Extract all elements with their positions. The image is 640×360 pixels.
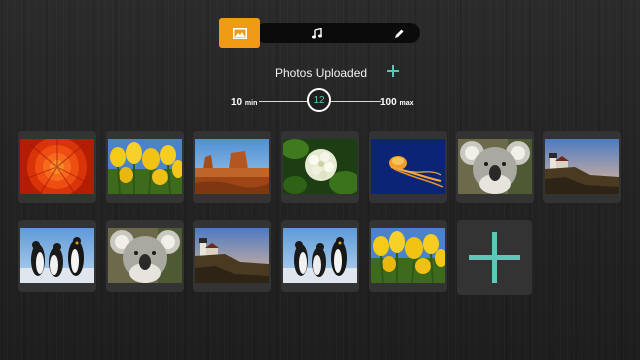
page-title: Photos Uploaded	[275, 66, 368, 80]
photo-image	[371, 228, 445, 283]
photo-image	[20, 139, 94, 194]
photo-tulips[interactable]	[369, 220, 447, 292]
photo-image	[195, 139, 269, 194]
hydrangeas-image	[283, 139, 357, 194]
photo-image	[108, 139, 182, 194]
tab-edit[interactable]	[379, 23, 419, 43]
music-note-icon	[312, 27, 322, 38]
tab-photos[interactable]	[219, 18, 260, 48]
lighthouse-image	[195, 228, 269, 283]
add-photo-card[interactable]	[457, 220, 532, 295]
slider-handle[interactable]: 12	[307, 88, 331, 112]
lighthouse-image	[545, 139, 619, 194]
photo-hydrangeas[interactable]	[281, 131, 359, 203]
slider-min-label: 10 min	[231, 97, 257, 108]
plus-icon	[469, 232, 520, 283]
photo-image	[20, 228, 94, 283]
photo-image	[545, 139, 619, 194]
jellyfish-image	[371, 139, 445, 194]
photo-image	[458, 139, 532, 194]
slider-max-label: 100 max	[380, 97, 413, 108]
koala-image	[458, 139, 532, 194]
slider-value: 12	[313, 94, 325, 106]
photo-jellyfish[interactable]	[369, 131, 447, 203]
photo-lighthouse[interactable]	[193, 220, 271, 292]
count-slider: 10 min 12 100 max	[230, 88, 420, 116]
photo-tulips[interactable]	[106, 131, 184, 203]
koala-image	[108, 228, 182, 283]
image-icon	[232, 27, 247, 39]
slider-max-value: 100	[380, 97, 397, 108]
tulips-image	[108, 139, 182, 194]
photo-image	[195, 228, 269, 283]
slider-max-unit: max	[399, 100, 414, 107]
photo-koala[interactable]	[106, 220, 184, 292]
media-type-tabs	[219, 18, 420, 48]
header: Photos Uploaded	[0, 64, 640, 84]
penguins-image	[283, 228, 357, 283]
photo-lighthouse[interactable]	[543, 131, 621, 203]
chrysanthemum-image	[20, 139, 94, 194]
plus-icon	[387, 65, 399, 77]
slider-min-value: 10	[231, 97, 243, 108]
add-photos-button[interactable]	[385, 63, 401, 79]
photo-image	[283, 139, 357, 194]
tab-music[interactable]	[297, 23, 337, 43]
slider-min-unit: min	[244, 100, 258, 107]
photo-image	[283, 228, 357, 283]
photo-penguins[interactable]	[18, 220, 96, 292]
penguins-image	[20, 228, 94, 283]
photo-penguins[interactable]	[281, 220, 359, 292]
photo-desert[interactable]	[193, 131, 271, 203]
pencil-icon	[394, 29, 403, 38]
tulips-image	[371, 228, 445, 283]
photo-image	[371, 139, 445, 194]
desert-image	[195, 139, 269, 194]
photo-koala[interactable]	[456, 131, 534, 203]
photo-chrysanthemum[interactable]	[18, 131, 96, 203]
photo-image	[108, 228, 182, 283]
